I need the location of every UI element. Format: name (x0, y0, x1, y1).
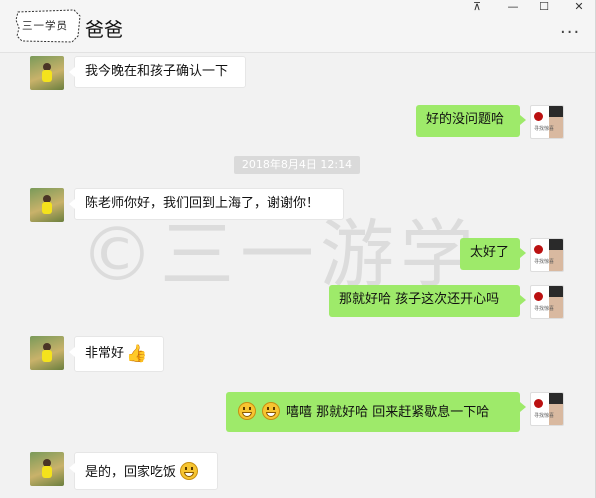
message-bubble-sent[interactable]: 嘻嘻 那就好哈 回来赶紧歇息一下哈 (226, 392, 526, 432)
contact-avatar[interactable] (30, 56, 64, 90)
message-bubble-sent[interactable]: 好的没问题哈 (416, 105, 526, 137)
message-bubble-received[interactable]: 陈老师你好，我们回到上海了，谢谢你！ (69, 188, 344, 220)
message-bubble-received[interactable]: 非常好 👍 (69, 336, 164, 372)
message-text: 非常好 (85, 346, 125, 361)
badge-label: 三一学员 (22, 20, 68, 32)
message-bubble-sent[interactable]: 那就好哈 孩子这次还开心吗 (329, 285, 526, 317)
chat-header: 三一学员 爸爸 ⊼ — ☐ ✕ ··· (0, 0, 595, 53)
close-icon[interactable]: ✕ (572, 0, 586, 13)
timestamp-divider: 2018年8月4日 12:14 (234, 156, 360, 174)
grin-icon (262, 402, 280, 420)
message-bubble-received[interactable]: 是的，回家吃饭 (69, 452, 218, 490)
my-avatar[interactable]: 寻找惊喜 (530, 285, 564, 319)
maximize-icon[interactable]: ☐ (537, 0, 551, 13)
minimize-icon[interactable]: — (506, 0, 520, 13)
message-text: 嘻嘻 那就好哈 回来赶紧歇息一下哈 (286, 405, 490, 420)
thumbs-up-icon: 👍 (126, 344, 148, 364)
my-avatar[interactable]: 寻找惊喜 (530, 105, 564, 139)
contact-avatar[interactable] (30, 452, 64, 486)
contact-avatar[interactable] (30, 336, 64, 370)
more-options-icon[interactable]: ··· (560, 22, 580, 43)
message-bubble-sent[interactable]: 太好了 (460, 238, 526, 270)
grin-icon (238, 402, 256, 420)
my-avatar[interactable]: 寻找惊喜 (530, 238, 564, 272)
message-text: 是的，回家吃饭 (85, 465, 177, 480)
grin-icon (180, 462, 199, 480)
chat-window: 三一学员 爸爸 ⊼ — ☐ ✕ ··· ©三一游学 我今晚在和孩子确认一下 好的… (0, 0, 596, 498)
contact-name: 爸爸 (85, 19, 124, 41)
student-badge: 三一学员 (14, 6, 84, 43)
pin-icon[interactable]: ⊼ (470, 0, 484, 13)
message-bubble-received[interactable]: 我今晚在和孩子确认一下 (69, 56, 246, 88)
my-avatar[interactable]: 寻找惊喜 (530, 392, 564, 426)
contact-avatar[interactable] (30, 188, 64, 222)
